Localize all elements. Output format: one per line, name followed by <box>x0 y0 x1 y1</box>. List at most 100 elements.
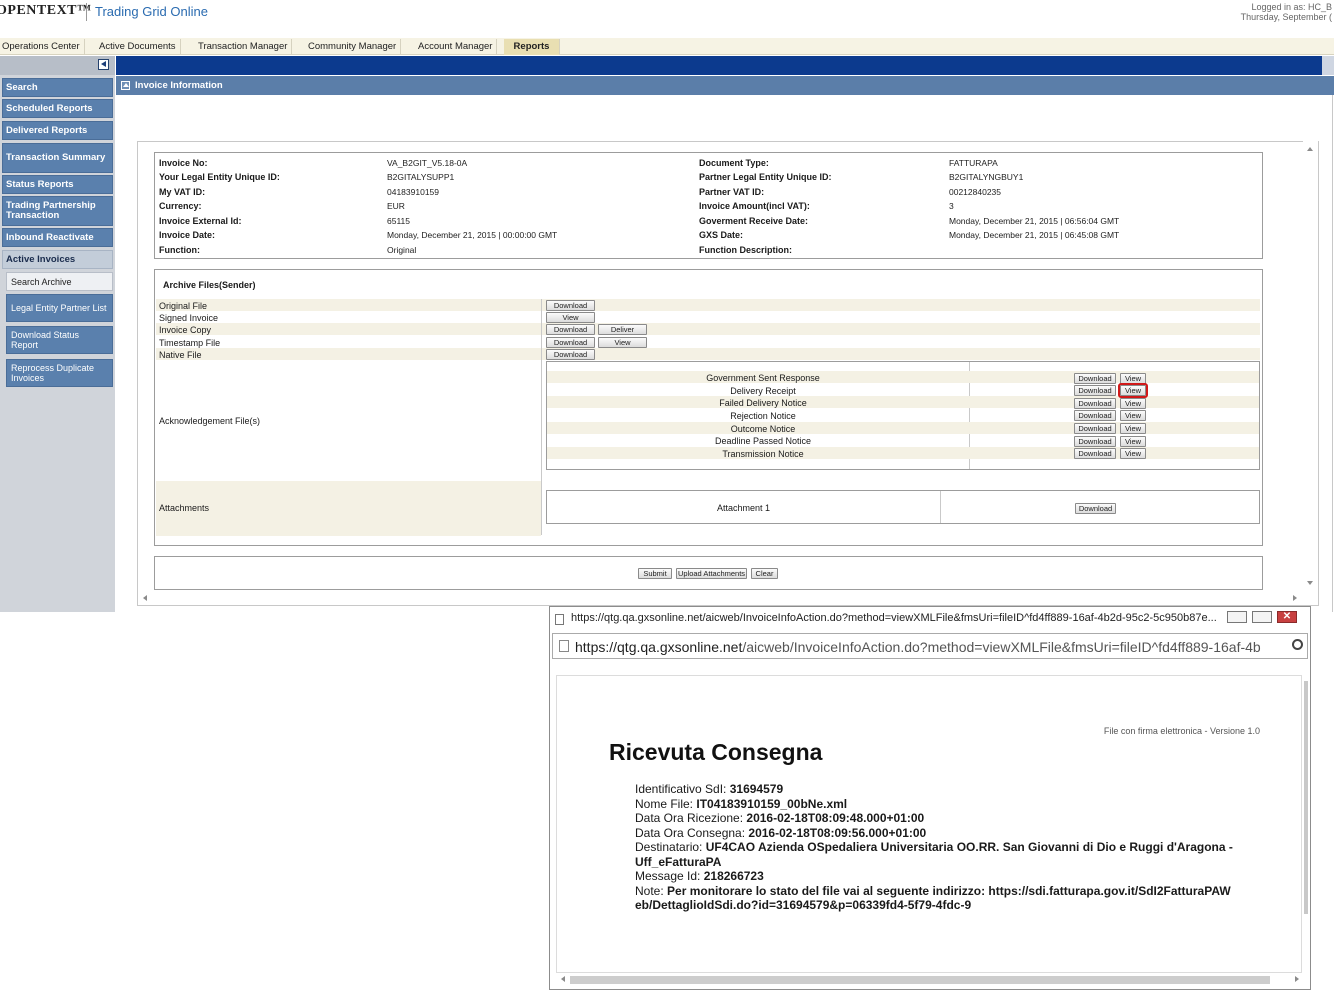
field-message-id: Message Id: 218266723 <box>635 869 764 883</box>
function-label: Function: <box>159 245 200 255</box>
tab-community-manager[interactable]: Community Manager <box>304 39 402 55</box>
signed-invoice-view-button[interactable]: View <box>546 312 595 323</box>
field-data-ora-ricezione: Data Ora Ricezione: 2016-02-18T08:09:48.… <box>635 811 925 825</box>
ack-view-button[interactable]: View <box>1120 423 1146 434</box>
tab-operations-center[interactable]: Operations Center <box>0 39 85 55</box>
sidebar-item-reprocess-duplicate-invoices[interactable]: Reprocess Duplicate Invoices <box>6 359 113 387</box>
search-icon[interactable] <box>1292 639 1303 650</box>
sidebar-item-search-archive[interactable]: Search Archive <box>6 272 113 291</box>
horizontal-scrollbar[interactable] <box>138 592 1300 605</box>
scroll-left-icon[interactable] <box>143 595 147 601</box>
timestamp-download-button[interactable]: Download <box>546 337 595 348</box>
vertical-scrollbar[interactable] <box>1303 141 1318 590</box>
collapse-up-icon[interactable] <box>121 81 130 90</box>
attachments-divider <box>940 491 941 523</box>
column-divider <box>541 299 542 535</box>
ack-download-button[interactable]: Download <box>1074 436 1116 447</box>
ack-download-button[interactable]: Download <box>1074 423 1116 434</box>
address-url[interactable]: https://qtg.qa.gxsonline.net/aicweb/Invo… <box>575 639 1287 655</box>
tab-account-manager[interactable]: Account Manager <box>414 39 498 55</box>
receipt-title: Ricevuta Consegna <box>609 739 823 765</box>
timestamp-view-button[interactable]: View <box>598 337 647 348</box>
logo-divider <box>86 3 87 21</box>
ack-view-button[interactable]: View <box>1120 398 1146 409</box>
currency-value: EUR <box>387 201 405 211</box>
popup-scroll-thumb[interactable] <box>1304 681 1308 914</box>
row-stripe <box>156 323 1260 335</box>
invoice-external-id-value: 65115 <box>387 216 411 226</box>
delivery-receipt-view-button[interactable]: View <box>1118 383 1148 398</box>
sidebar-item-search[interactable]: Search <box>2 78 113 97</box>
scroll-down-icon[interactable] <box>1307 581 1313 585</box>
gxs-date-value: Monday, December 21, 2015 | 06:45:08 GMT <box>949 230 1120 240</box>
maximize-icon[interactable] <box>1252 611 1272 623</box>
upload-attachments-button[interactable]: Upload Attachments <box>676 568 747 579</box>
government-receive-date-value: Monday, December 21, 2015 | 06:56:04 GMT <box>949 216 1120 226</box>
scroll-left-icon[interactable] <box>561 976 565 982</box>
popup-horizontal-scrollbar[interactable] <box>556 973 1302 987</box>
signed-invoice-label: Signed Invoice <box>159 313 219 323</box>
sidebar-item-trading-partnership-transaction[interactable]: Trading Partnership Transaction <box>2 196 113 226</box>
invoice-no-label: Invoice No: <box>159 158 208 168</box>
invoice-date-label: Invoice Date: <box>159 230 216 240</box>
ack-view-button[interactable]: View <box>1120 410 1146 421</box>
opentext-logo: OPENTEXT™ <box>0 3 92 18</box>
submit-button[interactable]: Submit <box>638 568 672 579</box>
attachment-name: Attachment 1 <box>716 503 771 513</box>
login-info: Logged in as: HC_B Thursday, September ( <box>1241 2 1332 22</box>
scroll-right-icon[interactable] <box>1295 976 1299 982</box>
ack-download-button[interactable]: Download <box>1074 398 1116 409</box>
sidebar-group-active-invoices[interactable]: Active Invoices <box>2 250 113 269</box>
ack-download-button[interactable]: Download <box>1074 385 1116 396</box>
tab-reports[interactable]: Reports <box>504 39 560 55</box>
clear-button[interactable]: Clear <box>751 568 778 579</box>
popup-vertical-scrollbar[interactable] <box>1302 675 1310 973</box>
ack-view-button[interactable]: View <box>1120 373 1146 384</box>
ack-download-button[interactable]: Download <box>1074 410 1116 421</box>
invoice-amount-value: 3 <box>949 201 954 211</box>
close-icon[interactable]: ✕ <box>1277 611 1297 623</box>
ack-download-button[interactable]: Download <box>1074 373 1116 384</box>
native-file-download-button[interactable]: Download <box>546 349 595 360</box>
ack-download-button[interactable]: Download <box>1074 448 1116 459</box>
tab-active-documents[interactable]: Active Documents <box>95 39 181 55</box>
popup-hscroll-thumb[interactable] <box>570 976 1270 984</box>
partner-legal-entity-id-value: B2GITALYNGBUY1 <box>949 172 1024 182</box>
minimize-icon[interactable] <box>1227 611 1247 623</box>
sidebar-item-transaction-summary[interactable]: Transaction Summary <box>2 143 113 173</box>
header: OPENTEXT™ Trading Grid Online Logged in … <box>0 0 1334 38</box>
receipt-document: File con firma elettronica - Versione 1.… <box>556 675 1302 973</box>
collapse-left-icon[interactable] <box>98 59 109 70</box>
signature-note: File con firma elettronica - Versione 1.… <box>1103 726 1260 736</box>
partner-vat-id-label: Partner VAT ID: <box>699 187 765 197</box>
sidebar-item-scheduled-reports[interactable]: Scheduled Reports <box>2 99 113 118</box>
sidebar-item-legal-entity-partner-list[interactable]: Legal Entity Partner List <box>6 294 113 322</box>
tab-transaction-manager[interactable]: Transaction Manager <box>194 39 293 55</box>
ack-rejection-notice: Rejection Notice <box>730 411 796 421</box>
gxs-date-label: GXS Date: <box>699 230 744 240</box>
ack-view-button[interactable]: View <box>1120 436 1146 447</box>
scroll-right-icon[interactable] <box>1293 595 1297 601</box>
ack-failed-delivery-notice: Failed Delivery Notice <box>719 398 807 408</box>
original-file-download-button[interactable]: Download <box>546 300 595 311</box>
ack-delivery-receipt: Delivery Receipt <box>730 386 796 396</box>
sidebar-item-delivered-reports[interactable]: Delivered Reports <box>2 121 113 140</box>
government-receive-date-label: Goverment Receive Date: <box>699 216 809 226</box>
legal-entity-id-label: Your Legal Entity Unique ID: <box>159 172 280 182</box>
scroll-up-icon[interactable] <box>1307 147 1313 151</box>
attachment-download-button[interactable]: Download <box>1075 503 1116 514</box>
invoice-copy-download-button[interactable]: Download <box>546 324 595 335</box>
address-bar[interactable]: https://qtg.qa.gxsonline.net/aicweb/Invo… <box>552 633 1308 659</box>
ack-deadline-passed-notice: Deadline Passed Notice <box>714 436 812 446</box>
my-vat-id-label: My VAT ID: <box>159 187 206 197</box>
sidebar-item-inbound-reactivate[interactable]: Inbound Reactivate <box>2 228 113 247</box>
popup-titlebar[interactable]: https://qtg.qa.gxsonline.net/aicweb/Invo… <box>550 607 1310 631</box>
sidebar-item-status-reports[interactable]: Status Reports <box>2 175 113 194</box>
invoice-copy-deliver-button[interactable]: Deliver <box>598 324 647 335</box>
sidebar-item-download-status-report[interactable]: Download Status Report <box>6 326 113 354</box>
field-note: Note: Per monitorare lo stato del file v… <box>635 883 1231 913</box>
invoice-date-value: Monday, December 21, 2015 | 00:00:00 GMT <box>387 230 558 240</box>
ack-outcome-notice: Outcome Notice <box>730 424 796 434</box>
partner-legal-entity-id-label: Partner Legal Entity Unique ID: <box>699 172 832 182</box>
ack-view-button[interactable]: View <box>1120 448 1146 459</box>
